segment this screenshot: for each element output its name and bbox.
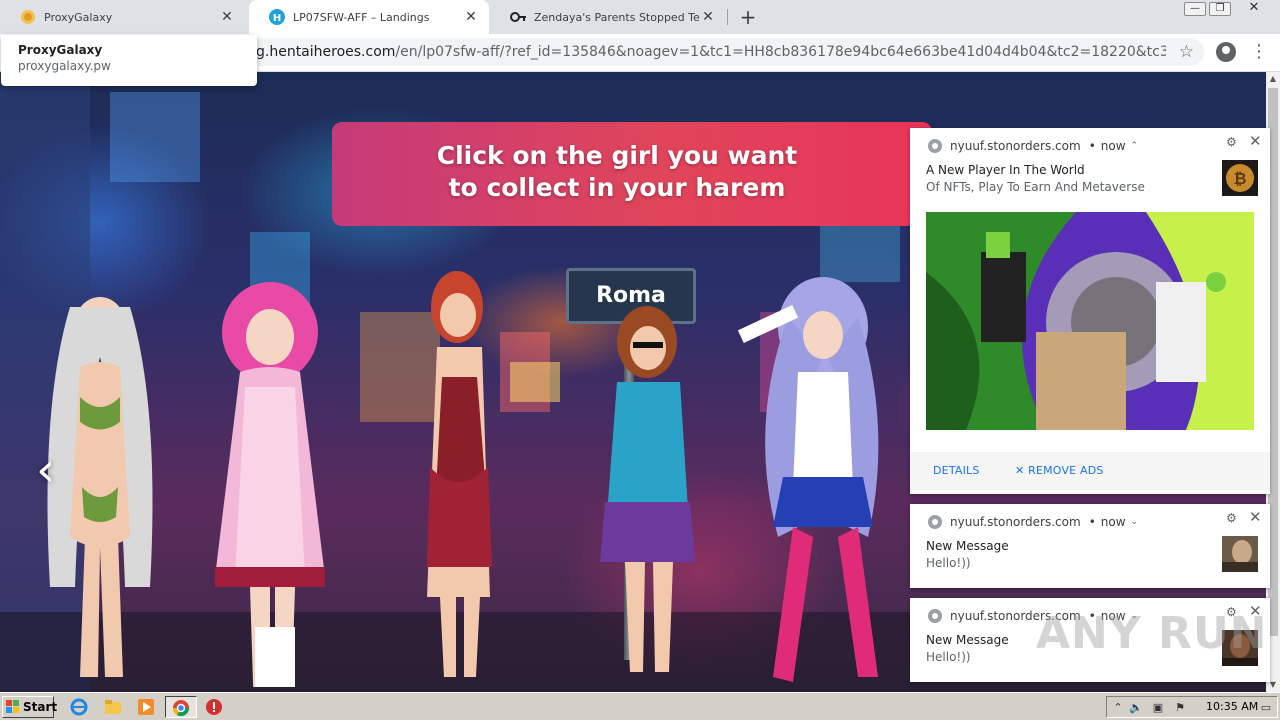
hover-card-title: ProxyGalaxy	[18, 43, 103, 57]
close-icon[interactable]: ✕	[1249, 510, 1263, 525]
tab-close-icon[interactable]: ✕	[219, 9, 235, 25]
notification-header: nyuuf.stonorders.com • now ⌃	[928, 138, 1138, 154]
notification-domain: nyuuf.stonorders.com	[950, 515, 1081, 529]
chrome-icon	[172, 700, 190, 717]
network-icon[interactable]: ▣	[1151, 701, 1165, 715]
sender-photo-thumbnail	[1222, 536, 1258, 572]
hentaiheroes-favicon-icon: H	[269, 9, 285, 25]
nft-promo-image	[926, 212, 1254, 430]
banner-line-1: Click on the girl you want	[436, 141, 798, 170]
notification-title: New Message	[926, 539, 1009, 553]
notification-title: New Message	[926, 633, 1009, 647]
proxygalaxy-favicon-icon	[20, 9, 36, 25]
internet-explorer-icon[interactable]	[70, 698, 88, 716]
notification-time: now	[1100, 515, 1126, 529]
character-red-dress-girl[interactable]	[412, 267, 507, 687]
character-blue-dress-girl[interactable]	[595, 302, 705, 692]
chrome-icon	[928, 139, 942, 153]
gear-icon[interactable]: ⚙	[1226, 136, 1238, 148]
window-close-button[interactable]: ✕	[1240, 1, 1268, 16]
notification-time: now	[1100, 139, 1126, 153]
action-center-flag-icon[interactable]: ⚑	[1173, 701, 1187, 715]
tab-close-icon[interactable]: ✕	[463, 9, 479, 25]
notification-title: A New Player In The World	[926, 163, 1085, 177]
tab-separator	[727, 9, 728, 25]
notification-body: Hello!))	[926, 650, 971, 664]
chrome-menu-icon[interactable]: ⋮	[1250, 40, 1268, 64]
character-sailor-girl[interactable]	[728, 277, 893, 692]
remove-ads-button[interactable]: ✕ REMOVE ADS	[1015, 464, 1104, 477]
url-text[interactable]: g.hentaiheroes.com/en/lp07sfw-aff/?ref_i…	[256, 38, 1166, 66]
volume-icon[interactable]: 🔈	[1129, 701, 1143, 715]
scroll-up-arrow-icon[interactable]: ▲	[1266, 72, 1280, 86]
windows-logo-icon	[6, 700, 19, 713]
chrome-icon	[928, 515, 942, 529]
expand-caret-icon[interactable]: ⌄	[1131, 517, 1139, 527]
close-icon[interactable]: ✕	[1249, 134, 1263, 149]
url-path: /en/lp07sfw-aff/?ref_id=135846&noagev=1&…	[395, 44, 1166, 60]
tab-title: Zendaya's Parents Stopped Telling H	[534, 10, 700, 24]
tab-title: LP07SFW-AFF – Landings	[293, 10, 430, 24]
character-maid-girl[interactable]	[205, 277, 340, 687]
svg-text:₿: ₿	[1233, 169, 1246, 188]
details-button[interactable]: DETAILS	[933, 464, 980, 477]
svg-text:H: H	[273, 13, 281, 24]
bookmark-star-icon[interactable]: ☆	[1179, 42, 1194, 62]
maximize-button[interactable]: ❐	[1209, 2, 1231, 16]
notification-nft-ad[interactable]: nyuuf.stonorders.com • now ⌃ ⚙ ✕ A New P…	[910, 128, 1270, 494]
profile-avatar-icon[interactable]	[1216, 42, 1236, 62]
taskbar-chrome-button[interactable]	[165, 696, 197, 718]
start-button[interactable]: Start	[2, 696, 58, 718]
windows-taskbar: Start ⌃ 🔈 ▣ ⚑ 10:35 AM ▭	[0, 692, 1280, 720]
key-icon	[510, 9, 526, 25]
notification-body: Hello!))	[926, 556, 971, 570]
notification-header: nyuuf.stonorders.com • now ⌄	[928, 514, 1138, 530]
chrome-icon	[928, 609, 942, 623]
bitcoin-thumbnail: ₿	[1222, 160, 1258, 196]
notification-message-1[interactable]: nyuuf.stonorders.com • now ⌄ ⚙ ✕ New Mes…	[910, 504, 1270, 588]
tab-landings[interactable]: H LP07SFW-AFF – Landings ✕	[249, 0, 489, 34]
url-host: g.hentaiheroes.com	[256, 44, 396, 60]
media-player-icon[interactable]	[137, 698, 155, 716]
show-desktop-icon[interactable]: ▭	[1259, 701, 1273, 715]
taskbar-clock: 10:35 AM	[1206, 700, 1259, 713]
gear-icon[interactable]: ⚙	[1226, 512, 1238, 524]
tab-strip: ProxyGalaxy ✕ H LP07SFW-AFF – Landings ✕…	[0, 0, 1280, 34]
anyrun-watermark: ANY RUN	[1036, 608, 1268, 659]
start-label: Start	[23, 700, 58, 714]
notification-domain: nyuuf.stonorders.com	[950, 139, 1081, 153]
tab-zendaya[interactable]: Zendaya's Parents Stopped Telling H ✕	[490, 0, 726, 34]
notification-body: Of NFTs, Play To Earn And Metaverse	[926, 180, 1145, 194]
notification-actions: DETAILS ✕ REMOVE ADS	[910, 452, 1270, 490]
hover-card-domain: proxygalaxy.pw	[18, 59, 111, 73]
tab-close-icon[interactable]: ✕	[700, 9, 716, 25]
tab-title: ProxyGalaxy	[44, 10, 113, 24]
minimize-button[interactable]: —	[1184, 2, 1206, 16]
previous-arrow-icon[interactable]: ‹	[36, 444, 66, 496]
collapse-caret-icon[interactable]: ⌃	[1131, 141, 1139, 151]
banner-line-2: to collect in your harem	[448, 173, 786, 202]
headline-banner: Click on the girl you want to collect in…	[332, 122, 932, 226]
tab-proxygalaxy[interactable]: ProxyGalaxy ✕	[0, 0, 245, 34]
folder-icon[interactable]	[104, 698, 122, 716]
new-tab-button[interactable]: +	[737, 6, 759, 28]
tray-expand-icon[interactable]: ⌃	[1111, 701, 1125, 715]
stop-sign-icon[interactable]	[205, 698, 223, 716]
address-bar[interactable]: g.hentaiheroes.com/en/lp07sfw-aff/?ref_i…	[240, 38, 1204, 66]
system-tray: ⌃ 🔈 ▣ ⚑ 10:35 AM ▭	[1106, 696, 1278, 718]
tab-hover-card: ProxyGalaxy proxygalaxy.pw	[1, 35, 257, 86]
